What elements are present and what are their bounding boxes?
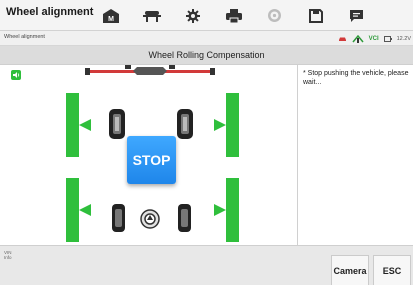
save-button[interactable] [299, 3, 332, 28]
steering-wheel-icon [268, 9, 281, 22]
rear-right-wheel [178, 204, 191, 232]
speaker-icon [13, 72, 20, 78]
instruction-message: * Stop pushing the vehicle, please wait.… [303, 70, 409, 86]
esc-button[interactable]: ESC [373, 255, 411, 285]
chat-icon [350, 9, 363, 22]
center-hub-icon [140, 209, 160, 229]
alignment-stage: STOP [0, 65, 298, 245]
garage-icon: M [102, 8, 119, 23]
front-left-indicator-bar [66, 93, 79, 157]
front-right-indicator-bar [226, 93, 239, 157]
printer-icon [225, 8, 242, 23]
steering-button[interactable] [258, 3, 291, 28]
rear-left-indicator-bar [66, 178, 79, 242]
rear-right-pointer [214, 204, 226, 216]
svg-text:M: M [108, 16, 114, 23]
app-title: Wheel alignment [6, 6, 94, 18]
steering-rack-graphic [85, 65, 215, 75]
message-panel: * Stop pushing the vehicle, please wait.… [298, 65, 413, 245]
status-area: VCI 12.2V [338, 33, 411, 44]
message-button[interactable] [340, 3, 373, 28]
rear-left-pointer [79, 204, 91, 216]
rear-left-wheel [112, 204, 125, 232]
front-left-wheel [109, 109, 125, 139]
connection-icon [352, 34, 364, 43]
info-label: Info [4, 255, 12, 260]
sub-header: Wheel alignment VCI 12.2V [0, 31, 413, 46]
settings-button[interactable] [176, 3, 209, 28]
front-right-wheel [177, 109, 193, 139]
voltage-readout: 12.2V [396, 35, 411, 42]
print-button[interactable] [217, 3, 250, 28]
car-lift-icon [142, 10, 161, 22]
sound-toggle[interactable] [11, 70, 21, 80]
bottom-bar: VIN Info Camera ESC [0, 245, 413, 285]
car-status-icon [338, 37, 346, 41]
vci-label: VCI [368, 35, 379, 42]
panel-title: Wheel Rolling Compensation [0, 46, 413, 65]
front-left-pointer [79, 119, 91, 131]
gear-icon [185, 8, 200, 23]
vehicle-info: VIN Info [4, 250, 12, 260]
home-button[interactable]: M [94, 3, 127, 28]
top-toolbar: Wheel alignment M [0, 0, 413, 31]
battery-icon [383, 35, 392, 42]
stop-sign: STOP [127, 136, 176, 184]
vehicle-lift-button[interactable] [135, 3, 168, 28]
breadcrumb: Wheel alignment [4, 34, 45, 40]
front-right-pointer [214, 119, 226, 131]
rear-right-indicator-bar [226, 178, 239, 242]
camera-button[interactable]: Camera [331, 255, 369, 285]
save-icon [308, 8, 323, 23]
app-window: Wheel alignment M Wheel alignment VCI 12… [0, 0, 413, 285]
